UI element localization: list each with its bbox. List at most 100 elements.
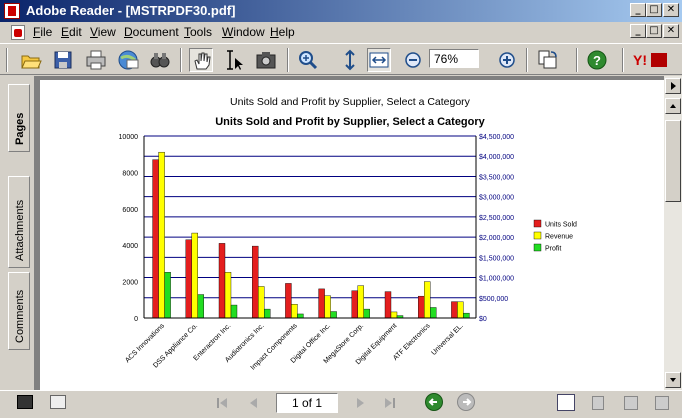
y-left-tick-label: 6000 <box>122 207 138 214</box>
doc-restore-button[interactable]: □ <box>646 24 662 38</box>
bar <box>152 159 159 319</box>
open-icon[interactable] <box>19 48 43 72</box>
y-left-tick-label: 10000 <box>119 134 139 141</box>
last-page-button[interactable] <box>380 394 400 412</box>
legend-label: Profit <box>545 246 561 253</box>
zoom-out-icon[interactable] <box>401 48 425 72</box>
legend-label: Revenue <box>545 234 573 241</box>
vertical-scrollbar[interactable] <box>664 76 682 390</box>
minimize-button[interactable]: _ <box>630 3 646 17</box>
menu-tools[interactable]: Tools <box>184 25 212 39</box>
menu-view[interactable]: View <box>90 25 116 39</box>
hand-icon[interactable] <box>189 48 213 72</box>
x-tick-label: ATF Electronics <box>392 322 432 362</box>
y-left-tick-label: 4000 <box>122 243 138 250</box>
bar <box>463 312 470 319</box>
toolbar-grip <box>6 48 8 72</box>
email-icon[interactable] <box>116 48 140 72</box>
zoom-in-icon[interactable] <box>495 48 519 72</box>
scroll-down-button[interactable] <box>665 372 681 388</box>
doc-close-button[interactable]: ✕ <box>663 24 679 38</box>
snapshot-icon[interactable] <box>254 48 278 72</box>
y-right-tick-label: $1,000,000 <box>479 276 514 283</box>
bar <box>197 294 205 319</box>
tab-pages-label: Pages <box>14 112 26 145</box>
menu-document[interactable]: Document <box>124 25 179 39</box>
bar <box>158 151 165 319</box>
y-right-tick-label: $500,000 <box>479 296 508 303</box>
menu-edit[interactable]: Edit <box>61 25 82 39</box>
bar <box>285 283 292 319</box>
close-button[interactable]: ✕ <box>663 3 679 17</box>
bar <box>351 290 358 319</box>
menu-file[interactable]: File <box>33 25 52 39</box>
tab-attachments[interactable]: Attachments <box>8 176 30 268</box>
save-icon[interactable] <box>51 48 75 72</box>
actual-size-icon[interactable] <box>338 48 362 72</box>
single-page-view-icon[interactable] <box>557 394 575 411</box>
zoom-in-tool-icon[interactable] <box>296 48 320 72</box>
y-right-tick-label: $3,500,000 <box>479 174 514 181</box>
rotate-icon[interactable] <box>535 48 559 72</box>
print-icon[interactable] <box>84 48 108 72</box>
bar <box>224 272 232 319</box>
menu-bar: File Edit View Document Tools Window Hel… <box>0 22 682 42</box>
bar <box>230 304 238 319</box>
bar <box>191 232 199 319</box>
y-right-tick-label: $2,500,000 <box>479 215 514 222</box>
page-number-field[interactable]: 1 of 1 <box>276 393 338 413</box>
go-forward-button[interactable] <box>457 393 475 411</box>
document-icon[interactable] <box>11 25 25 40</box>
bar <box>451 301 458 319</box>
scroll-right-button[interactable] <box>665 78 681 94</box>
y-right-tick-label: $4,500,000 <box>479 134 514 141</box>
navigation-pane: Pages Attachments Comments <box>0 76 34 390</box>
select-text-icon[interactable] <box>222 48 246 72</box>
bar <box>324 295 331 319</box>
toolbar-separator <box>622 48 624 72</box>
search-icon[interactable] <box>148 48 172 72</box>
svg-text:?: ? <box>593 53 601 68</box>
tab-comments[interactable]: Comments <box>8 272 30 350</box>
next-page-button[interactable] <box>350 394 370 412</box>
y-right-tick-label: $2,000,000 <box>479 235 514 242</box>
previous-page-button[interactable] <box>244 394 264 412</box>
legend-swatch <box>533 231 542 240</box>
adobe-reader-icon[interactable] <box>4 3 20 19</box>
facing-view-icon[interactable] <box>624 396 638 410</box>
title-bar: Adobe Reader - [MSTRPDF30.pdf] _ □ ✕ <box>0 0 682 22</box>
maximize-button[interactable]: □ <box>646 3 662 17</box>
legend-label: Units Sold <box>545 222 577 229</box>
page-options-icon[interactable] <box>50 395 66 409</box>
zoom-level-input[interactable]: 76% <box>429 49 479 68</box>
bar <box>164 272 171 319</box>
doc-minimize-button[interactable]: _ <box>630 24 646 38</box>
tab-pages[interactable]: Pages <box>8 84 30 152</box>
bar <box>218 243 226 319</box>
continuous-view-icon[interactable] <box>592 396 604 410</box>
status-bar <box>0 390 682 418</box>
toolbar-separator <box>287 48 289 72</box>
yahoo-icon[interactable]: Y! <box>631 48 671 72</box>
first-page-button[interactable] <box>212 394 232 412</box>
y-left-tick-label: 8000 <box>122 170 138 177</box>
bar <box>430 307 437 319</box>
menu-help[interactable]: Help <box>270 25 295 39</box>
bar <box>330 311 337 319</box>
go-back-button[interactable] <box>425 393 443 411</box>
bar <box>185 239 193 319</box>
scroll-thumb[interactable] <box>665 120 681 202</box>
scroll-up-button[interactable] <box>665 98 681 114</box>
menu-window[interactable]: Window <box>222 25 265 39</box>
bar <box>357 285 364 319</box>
page-header: Units Sold and Profit by Supplier, Selec… <box>230 96 471 108</box>
fit-width-icon[interactable] <box>367 48 391 72</box>
bar <box>257 286 265 319</box>
bar <box>424 281 431 319</box>
layout-icon[interactable] <box>17 395 33 409</box>
help-icon[interactable]: ? <box>585 48 609 72</box>
continuous-facing-view-icon[interactable] <box>655 396 669 410</box>
bar <box>297 313 304 319</box>
bar <box>384 291 392 319</box>
y-left-tick-label: 0 <box>134 316 138 323</box>
